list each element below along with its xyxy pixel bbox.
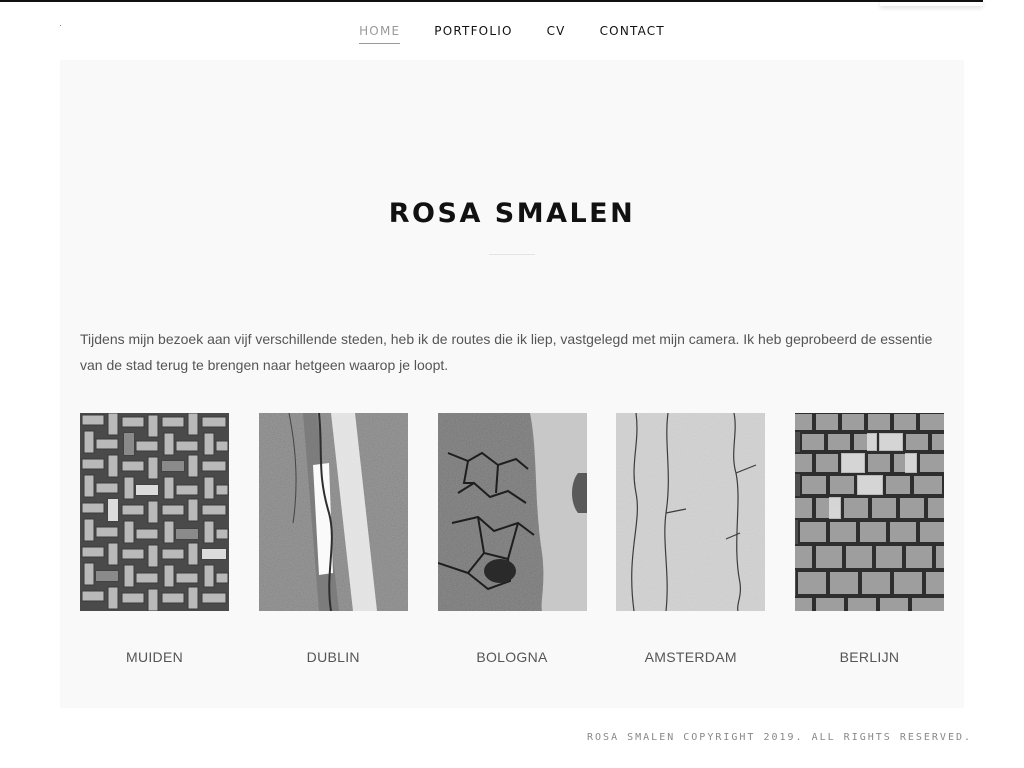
city-label: AMSTERDAM xyxy=(644,649,737,665)
brick-herringbone-pavement-photo[interactable] xyxy=(80,413,229,611)
gallery-item-amsterdam[interactable]: AMSTERDAM xyxy=(616,413,766,665)
city-label: DUBLIN xyxy=(306,649,360,665)
nav-item-portfolio[interactable]: PORTFOLIO xyxy=(434,24,512,43)
title-divider xyxy=(489,254,535,255)
nav-item-cv[interactable]: CV xyxy=(547,24,566,43)
cracked-concrete-photo[interactable] xyxy=(616,413,766,611)
cracked-asphalt-photo[interactable] xyxy=(437,413,587,611)
cobblestone-pavement-photo[interactable] xyxy=(795,413,944,611)
city-label: BERLIJN xyxy=(839,649,900,665)
nav-item-contact[interactable]: CONTACT xyxy=(600,24,665,43)
gallery-item-dublin[interactable]: DUBLIN xyxy=(258,413,408,665)
gallery-item-muiden[interactable]: MUIDEN xyxy=(80,413,229,665)
footer-copyright: ROSA SMALEN COPYRIGHT 2019. ALL RIGHTS R… xyxy=(587,732,972,743)
nav-item-home[interactable]: HOME xyxy=(359,24,401,44)
city-label: MUIDEN xyxy=(125,649,184,665)
city-label: BOLOGNA xyxy=(476,649,548,665)
page-title: ROSA SMALEN xyxy=(388,198,636,229)
asphalt-white-line-photo[interactable] xyxy=(258,413,408,611)
gallery-item-bologna[interactable]: BOLOGNA xyxy=(437,413,587,665)
city-gallery: MUIDEN DUBLIN BOLOGNA AMSTERDAM BERLIJN xyxy=(80,413,944,665)
intro-paragraph: Tijdens mijn bezoek aan vijf verschillen… xyxy=(80,331,933,373)
main-navigation: HOME PORTFOLIO CV CONTACT xyxy=(0,0,1024,60)
gallery-item-berlijn[interactable]: BERLIJN xyxy=(795,413,944,665)
